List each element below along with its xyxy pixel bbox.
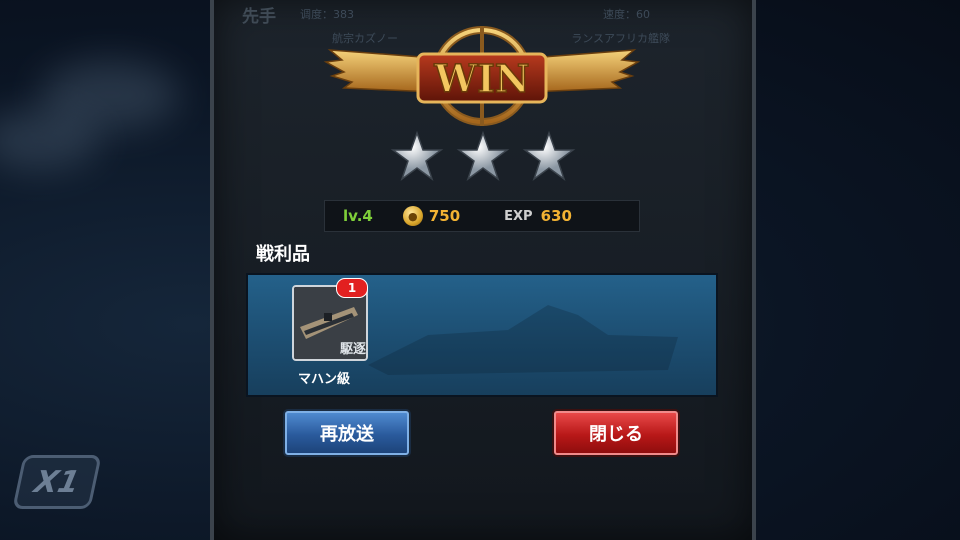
turn-label: 先手 <box>242 7 276 27</box>
ship-type-label: 駆逐 <box>340 342 366 357</box>
star-icon <box>456 130 510 181</box>
reward-stats-bar: lv.4 ● 750 EXP 630 <box>324 200 640 232</box>
win-text: WIN <box>433 56 529 101</box>
star-icon <box>522 130 576 181</box>
coin-icon: ● <box>402 206 423 226</box>
star-icon <box>390 130 444 181</box>
loot-title: 戦利品 <box>256 244 310 265</box>
speed-toggle-button[interactable]: X1 <box>12 455 102 509</box>
gold-value: 750 <box>428 207 461 225</box>
level-value: lv.4 <box>343 207 373 225</box>
close-button[interactable]: 閉じる <box>554 411 678 455</box>
win-emblem: WIN <box>323 26 641 126</box>
rating-stars <box>390 130 580 190</box>
item-count-badge: 1 <box>336 278 368 298</box>
replay-button[interactable]: 再放送 <box>285 411 409 455</box>
loot-item-name: マハン級 <box>298 372 351 387</box>
exp-label: EXP <box>504 208 533 224</box>
exp-value: 630 <box>540 207 572 225</box>
